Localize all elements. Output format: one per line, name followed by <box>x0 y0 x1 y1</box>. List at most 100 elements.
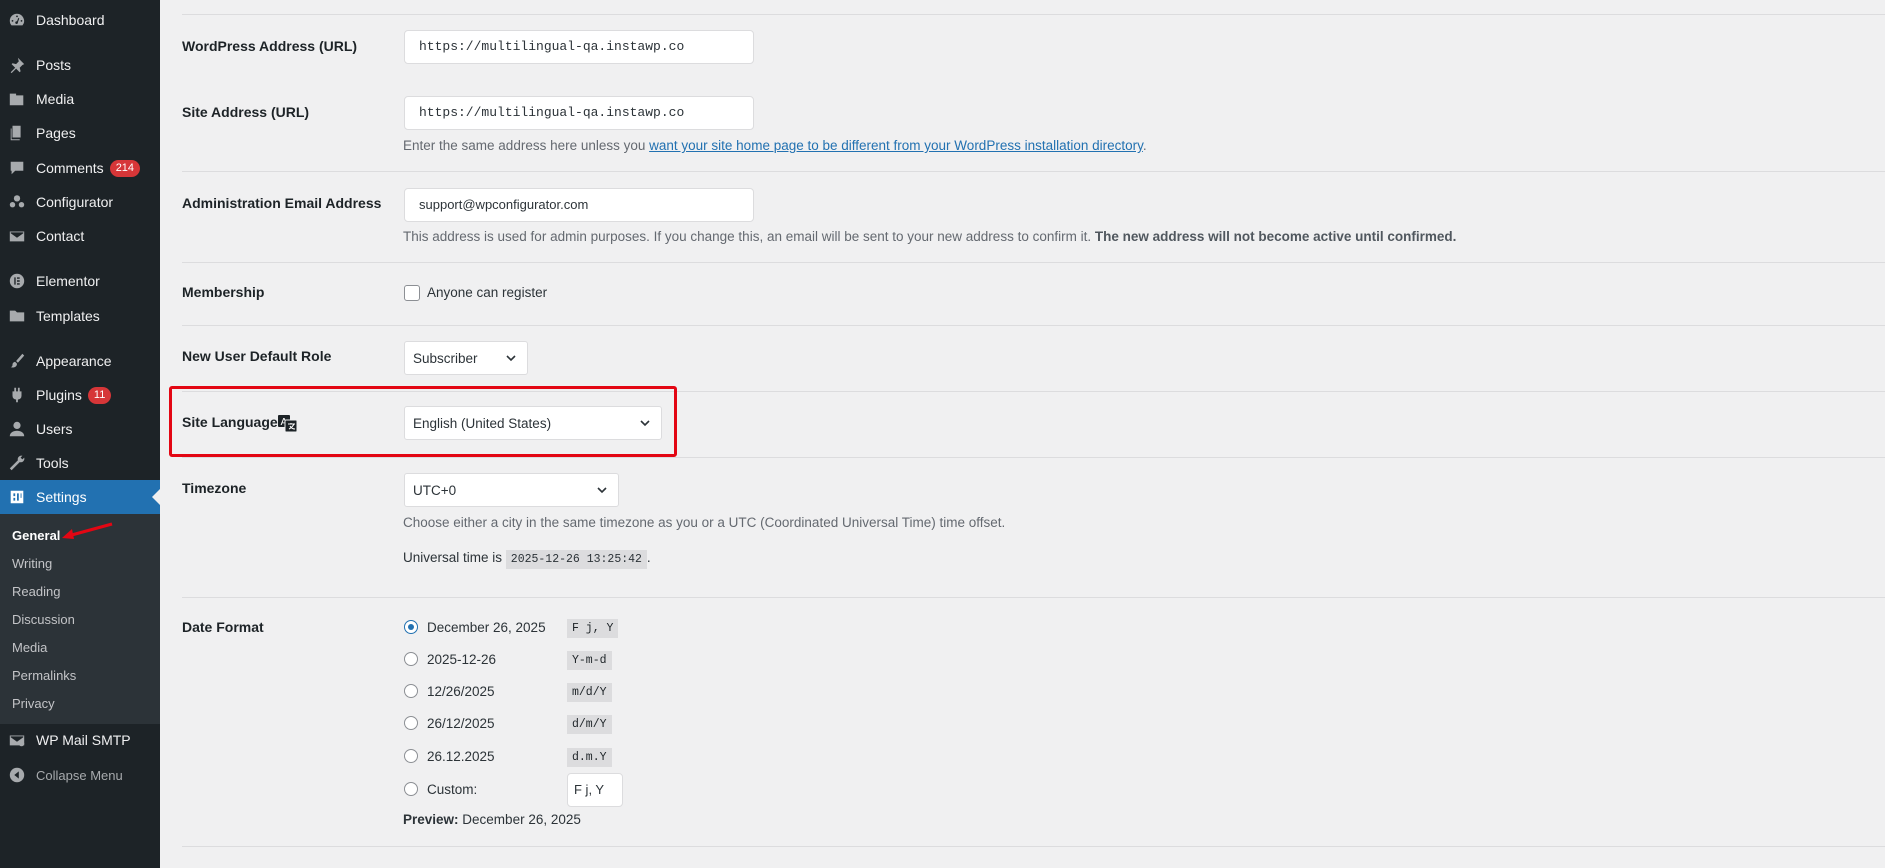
date-format-code: Y-m-d <box>567 651 612 670</box>
collapse-menu-button[interactable]: Collapse Menu <box>0 758 160 792</box>
menu-label: Media <box>36 91 75 107</box>
collapse-icon <box>7 765 27 785</box>
menu-item-pages[interactable]: Pages <box>0 116 160 150</box>
submenu-reading[interactable]: Reading <box>12 584 60 599</box>
menu-item-contact[interactable]: Contact <box>0 219 160 253</box>
date-format-custom-radio[interactable] <box>404 782 418 796</box>
menu-label: Tools <box>36 455 69 471</box>
desc-text: This address is used for admin purposes.… <box>403 229 1095 244</box>
date-format-option-label[interactable]: 26/12/2025 <box>427 716 495 731</box>
mail-smtp-icon <box>7 730 27 750</box>
date-format-radio[interactable] <box>404 749 418 763</box>
pages-icon <box>7 123 27 143</box>
wp-address-input[interactable]: https://multilingual-qa.instawp.co <box>404 30 754 64</box>
menu-item-media[interactable]: Media <box>0 82 160 116</box>
date-format-custom-label[interactable]: Custom: <box>427 782 477 797</box>
submenu-permalinks[interactable]: Permalinks <box>12 668 76 683</box>
row-separator <box>182 457 1885 458</box>
wp-address-label: WordPress Address (URL) <box>182 38 358 54</box>
menu-item-settings[interactable]: Settings <box>0 480 160 514</box>
menu-item-tools[interactable]: Tools <box>0 446 160 480</box>
menu-label: Users <box>36 421 73 437</box>
timezone-label: Timezone <box>182 480 247 496</box>
timezone-description: Choose either a city in the same timezon… <box>403 515 1006 530</box>
row-separator <box>182 597 1885 598</box>
site-address-label: Site Address (URL) <box>182 104 310 120</box>
chevron-down-icon <box>597 487 607 494</box>
menu-label: Collapse Menu <box>36 767 123 783</box>
menu-item-templates[interactable]: Templates <box>0 299 160 333</box>
date-format-option-label[interactable]: 26.12.2025 <box>427 749 495 764</box>
site-language-highlight <box>169 386 677 457</box>
row-separator <box>182 325 1885 326</box>
date-format-radio[interactable] <box>404 652 418 666</box>
settings-submenu: General Writing Reading Discussion Media… <box>0 514 160 724</box>
pin-icon <box>7 55 27 75</box>
default-role-label: New User Default Role <box>182 348 332 364</box>
submenu-media[interactable]: Media <box>12 640 47 655</box>
menu-label: Comments <box>36 160 104 176</box>
date-format-option-label[interactable]: December 26, 2025 <box>427 620 546 635</box>
menu-label: WP Mail SMTP <box>36 732 131 748</box>
menu-label: Templates <box>36 308 100 324</box>
date-format-code: d/m/Y <box>567 715 612 734</box>
submenu-general[interactable]: General <box>12 528 60 543</box>
timezone-select[interactable]: UTC+0 <box>404 473 619 507</box>
menu-item-wp-mail-smtp[interactable]: WP Mail SMTP <box>0 723 160 757</box>
universal-time: Universal time is 2025-12-26 13:25:42. <box>403 550 651 569</box>
admin-email-input[interactable]: support@wpconfigurator.com <box>404 188 754 222</box>
media-icon <box>7 89 27 109</box>
desc-bold-text: The new address will not become active u… <box>1094 229 1457 244</box>
menu-label: Plugins <box>36 387 82 403</box>
date-format-option-label[interactable]: 12/26/2025 <box>427 684 495 699</box>
brush-icon <box>7 351 27 371</box>
date-format-radio[interactable] <box>404 716 418 730</box>
desc-text: . <box>646 550 651 565</box>
menu-item-users[interactable]: Users <box>0 412 160 446</box>
install-directory-link[interactable]: want your site home page to be different… <box>649 138 1143 153</box>
menu-item-appearance[interactable]: Appearance <box>0 344 160 378</box>
date-format-radio[interactable] <box>404 684 418 698</box>
users-group-icon <box>7 192 27 212</box>
menu-item-posts[interactable]: Posts <box>0 48 160 82</box>
universal-time-label: Universal time is <box>403 550 503 565</box>
default-role-select[interactable]: Subscriber <box>404 341 528 375</box>
date-format-custom-input[interactable]: F j, Y <box>567 773 623 807</box>
date-format-radio[interactable] <box>404 620 418 634</box>
site-address-description: Enter the same address here unless you w… <box>403 138 1147 153</box>
submenu-writing[interactable]: Writing <box>12 556 52 571</box>
desc-text: . <box>1142 138 1147 153</box>
user-icon <box>7 419 27 439</box>
folder-icon <box>7 306 27 326</box>
anyone-can-register-label[interactable]: Anyone can register <box>427 285 547 300</box>
submenu-privacy[interactable]: Privacy <box>12 696 55 711</box>
settings-icon <box>7 487 27 507</box>
date-format-label: Date Format <box>182 619 264 635</box>
menu-label: Configurator <box>36 194 114 210</box>
comment-icon <box>7 158 27 178</box>
menu-label: Contact <box>36 228 85 244</box>
admin-email-label: Administration Email Address <box>182 195 382 211</box>
menu-label: Posts <box>36 57 72 73</box>
row-separator <box>182 171 1885 172</box>
menu-item-configurator[interactable]: Configurator <box>0 185 160 219</box>
select-value: UTC+0 <box>413 482 457 498</box>
anyone-can-register-checkbox[interactable] <box>404 285 420 301</box>
row-separator <box>182 846 1885 847</box>
wrench-icon <box>7 453 27 473</box>
menu-label: Appearance <box>36 353 112 369</box>
annotation-arrow-icon <box>62 522 113 539</box>
elementor-icon <box>7 271 27 291</box>
menu-item-plugins[interactable]: Plugins 11 <box>0 378 160 412</box>
menu-item-elementor[interactable]: Elementor <box>0 264 160 298</box>
submenu-discussion[interactable]: Discussion <box>12 612 75 627</box>
row-separator <box>182 262 1885 263</box>
select-value: Subscriber <box>413 350 478 366</box>
menu-label: Pages <box>36 125 76 141</box>
menu-item-dashboard[interactable]: Dashboard <box>0 3 160 37</box>
site-address-input[interactable]: https://multilingual-qa.instawp.co <box>404 96 754 130</box>
date-format-option-label[interactable]: 2025-12-26 <box>427 652 496 667</box>
date-format-code: F j, Y <box>567 619 619 638</box>
row-separator <box>182 14 1885 15</box>
menu-item-comments[interactable]: Comments 214 <box>0 151 160 185</box>
